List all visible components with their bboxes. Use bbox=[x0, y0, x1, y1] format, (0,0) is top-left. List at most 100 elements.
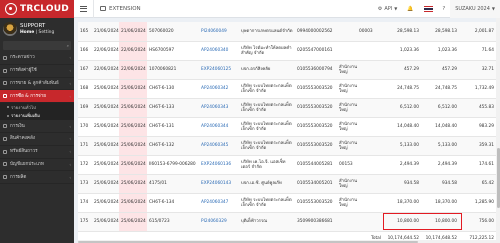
extension-button[interactable]: EXTENSION bbox=[94, 6, 141, 12]
setting-link[interactable]: Setting bbox=[39, 30, 55, 35]
sidebar-subitem-label: รายงานทั่วไป bbox=[11, 105, 36, 111]
branch-cell: สำนักงาน ใหญ่ bbox=[337, 98, 357, 118]
date-cell: 25/06/2024 bbox=[92, 193, 119, 213]
scrollbar-thumb[interactable] bbox=[78, 240, 418, 243]
app-logo[interactable]: TRCLOUD bbox=[0, 0, 74, 18]
date-cell: 22/06/2024 bbox=[92, 60, 119, 80]
menu-icon bbox=[3, 81, 7, 86]
api-button[interactable]: ⚙ API ▼ bbox=[373, 0, 402, 18]
home-link[interactable]: Home bbox=[20, 30, 34, 35]
profile-name: SUPPORT bbox=[20, 23, 46, 29]
sidebar-item-label: กระดานข่าว bbox=[10, 55, 35, 61]
date-cell: 25/06/2024 bbox=[92, 136, 119, 156]
sidebar-item[interactable]: การเงิน ‹ bbox=[0, 120, 74, 133]
tax-id-cell: 0105553003520 bbox=[295, 136, 337, 156]
chevron-left-icon: ‹ bbox=[69, 136, 71, 142]
menu-toggle-icon[interactable] bbox=[74, 0, 94, 18]
document-link[interactable]: EXP24060136 bbox=[199, 155, 239, 175]
document-link[interactable]: EXP24060143 bbox=[199, 174, 239, 194]
amount-cell: 18,370.00 bbox=[383, 193, 421, 213]
branch-cell: สำนักงาน ใหญ่ bbox=[337, 79, 357, 99]
tax-id-cell: 0205547000161 bbox=[295, 41, 337, 61]
table-row: 175 25/06/2024 25/06/2024 615/0723 PI2406032… bbox=[78, 212, 496, 232]
chevron-left-icon: ‹ bbox=[69, 174, 71, 180]
vat-cell: 2,001.87 bbox=[459, 22, 496, 42]
vendor-cell: บุษดาการเกษตรแลนด์จำกัด bbox=[239, 22, 295, 42]
sidebar-item[interactable]: ทรัพย์สินถาวร ‹ bbox=[0, 146, 74, 159]
branch-code-cell bbox=[357, 41, 383, 61]
menu-icon bbox=[3, 162, 7, 167]
amount-cell: 6,512.00 bbox=[383, 98, 421, 118]
vat-cell: 71.64 bbox=[459, 41, 496, 61]
due-date-cell: 22/06/2024 bbox=[119, 60, 147, 80]
invoice-cell: HS6700597 bbox=[147, 41, 199, 61]
bullet-icon bbox=[7, 106, 9, 109]
sidebar-item[interactable]: กระดานข่าว ‹ bbox=[0, 52, 74, 65]
scrollbar-thumb[interactable] bbox=[496, 148, 500, 208]
branch-cell: สำนักงาน ใหญ่ bbox=[337, 136, 357, 156]
sidebar-item[interactable]: บัญชีแยกประเภท ‹ bbox=[0, 159, 74, 172]
avatar[interactable] bbox=[3, 22, 17, 36]
tax-id-cell: 0105553003520 bbox=[295, 98, 337, 118]
document-link[interactable]: PI24060329 bbox=[199, 212, 239, 232]
menu-icon bbox=[3, 55, 7, 60]
vertical-scrollbar[interactable] bbox=[496, 18, 500, 243]
tax-id-cell: 0105553003520 bbox=[295, 79, 337, 99]
branch-cell bbox=[337, 41, 357, 61]
branch-code-cell bbox=[357, 193, 383, 213]
notification-button[interactable]: 🔔 bbox=[402, 0, 418, 18]
table-row: 171 25/06/2024 25/06/2024 CH6T-6-132 AP24060… bbox=[78, 136, 496, 156]
vat-base-cell: 6,512.00 bbox=[421, 98, 459, 118]
vendor-cell: บริษัท ไรต์มะทำให้ลดผลคำสำคัญ จำกัด bbox=[239, 41, 295, 61]
branch-cell: สำนักงาน ใหญ่ bbox=[337, 193, 357, 213]
document-link[interactable]: AP24060342 bbox=[199, 79, 239, 99]
date-cell: 25/06/2024 bbox=[92, 212, 119, 232]
sidebar-subitem[interactable]: รายงานทั่วไป bbox=[0, 103, 74, 112]
user-menu[interactable]: SUZAKU 2024 ▼ bbox=[450, 0, 500, 18]
date-cell: 25/06/2024 bbox=[92, 117, 119, 137]
sidebar-item-label: การซื้อ & การจ่าย bbox=[10, 93, 46, 99]
document-link[interactable]: AP24060340 bbox=[199, 41, 239, 61]
document-link[interactable]: AP24060347 bbox=[199, 193, 239, 213]
menu-icon bbox=[3, 124, 7, 129]
table-row: 167 22/06/2024 22/06/2024 1070060821 EXP2406… bbox=[78, 60, 496, 80]
sidebar-subitem-label: รายงานเพิ่มเติม bbox=[11, 114, 40, 120]
vat-base-cell: 2,494.39 bbox=[421, 155, 459, 175]
document-link[interactable]: EXP24060125 bbox=[199, 60, 239, 80]
document-link[interactable]: AP24060343 bbox=[199, 98, 239, 118]
sidebar-subitem[interactable]: รายงานเพิ่มเติม bbox=[0, 112, 74, 121]
menu-icon bbox=[3, 94, 7, 99]
vat-base-cell: 14,048.40 bbox=[421, 117, 459, 137]
amount-cell: 457.29 bbox=[383, 60, 421, 80]
sidebar-item[interactable]: การซื้อ & การจ่าย ‹ bbox=[0, 90, 74, 104]
vat-cell: 65.42 bbox=[459, 174, 496, 194]
chevron-left-icon: ‹ bbox=[69, 68, 71, 74]
tax-id-cell: 0105536000794 bbox=[295, 60, 337, 80]
document-link[interactable]: AP24060344 bbox=[199, 117, 239, 137]
date-cell: 22/06/2024 bbox=[92, 41, 119, 61]
language-button[interactable] bbox=[419, 0, 438, 18]
branch-cell: 00153 bbox=[337, 155, 357, 175]
sidebar-item[interactable]: การตั้งค่าผู้ใช้ ‹ bbox=[0, 65, 74, 78]
amount-cell: 10,800.00 bbox=[383, 212, 421, 232]
thai-flag-icon bbox=[423, 5, 433, 12]
branch-cell: สำนักงาน ใหญ่ bbox=[337, 117, 357, 137]
document-link[interactable]: AP24060345 bbox=[199, 136, 239, 156]
vat-base-cell: 10,800.00 bbox=[421, 212, 459, 232]
help-button[interactable]: ? bbox=[438, 0, 451, 18]
invoice-cell: 615/0723 bbox=[147, 212, 199, 232]
sidebar-search[interactable]: ⌕ bbox=[3, 41, 71, 50]
invoice-cell: CH6T-6-130 bbox=[147, 79, 199, 99]
branch-code-cell bbox=[357, 212, 383, 232]
sidebar-item-label: การขาย & ลูกค้าสัมพันธ์ bbox=[10, 80, 59, 86]
vat-base-cell: 18,370.00 bbox=[421, 193, 459, 213]
logo-icon bbox=[5, 3, 17, 15]
sidebar-item[interactable]: การผลิต ‹ bbox=[0, 171, 74, 185]
bullet-icon bbox=[7, 114, 9, 117]
document-link[interactable]: PI24060049 bbox=[199, 22, 239, 42]
sidebar-item[interactable]: การขาย & ลูกค้าสัมพันธ์ ‹ bbox=[0, 78, 74, 91]
sidebar-item[interactable]: สินค้าคงคลัง ‹ bbox=[0, 133, 74, 146]
sidebar-menu: กระดานข่าว ‹ การตั้งค่าผู้ใช้ ‹ การขาย & ลูก… bbox=[0, 52, 74, 185]
user-profile: SUPPORT Home | Setting bbox=[0, 18, 74, 40]
vat-cell: 1,285.90 bbox=[459, 193, 496, 213]
